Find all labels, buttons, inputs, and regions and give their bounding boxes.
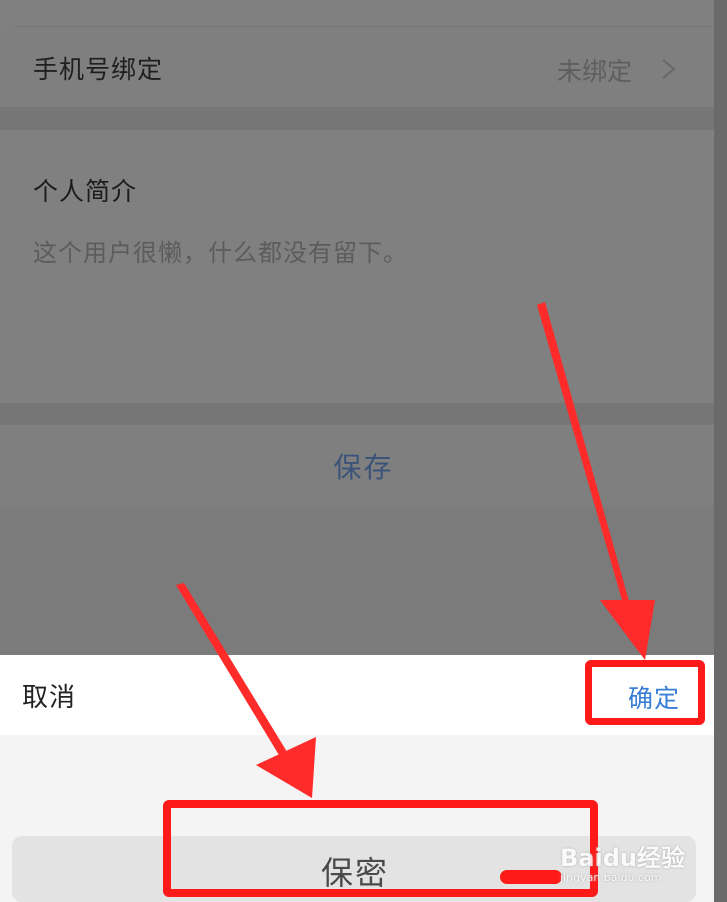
save-button[interactable]: 保存 xyxy=(0,425,727,507)
bio-title: 个人简介 xyxy=(33,177,138,206)
page-background xyxy=(0,507,727,655)
annotation-box-confirm xyxy=(585,660,705,725)
watermark: Baidu经验 jingyan.baidu.com xyxy=(560,838,685,884)
cancel-button[interactable]: 取消 xyxy=(22,677,76,714)
phone-binding-label: 手机号绑定 xyxy=(33,55,164,84)
watermark-brand: Baidu经验 xyxy=(560,844,685,872)
bio-placeholder-text[interactable]: 这个用户很懒，什么都没有留下。 xyxy=(33,233,408,268)
annotation-mark xyxy=(500,870,562,884)
section-separator xyxy=(0,403,727,425)
screen-edge xyxy=(714,0,727,902)
phone-binding-value: 未绑定 xyxy=(557,57,633,86)
chevron-right-icon xyxy=(662,59,676,79)
section-separator xyxy=(0,107,727,130)
